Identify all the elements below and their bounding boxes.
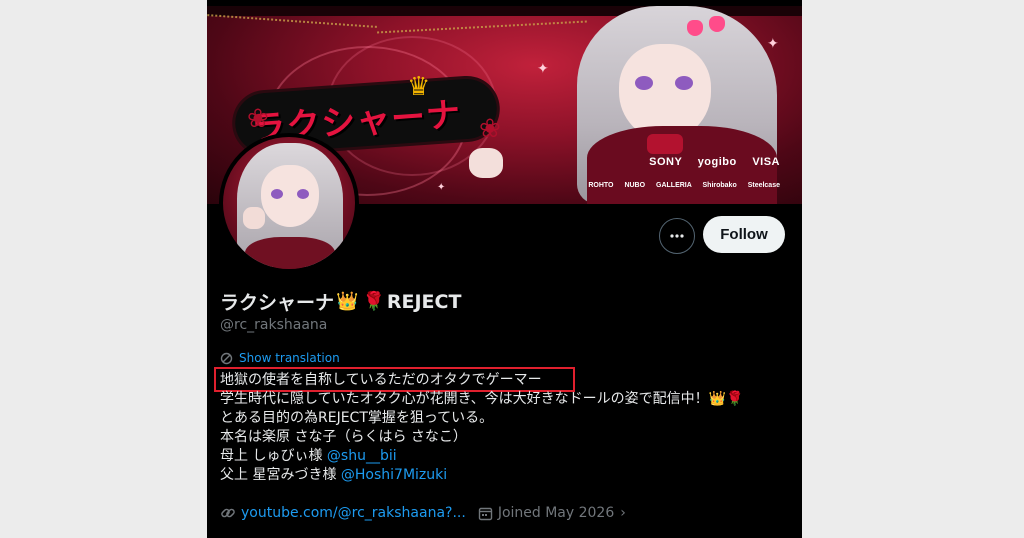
sponsor-logo: VISA bbox=[752, 156, 780, 168]
sponsor-logo: ROHTO bbox=[588, 182, 614, 189]
profile-column: ラクシャーナ ♛ ❀ ❀ ✦ ✦ ✦ SONY yogibo VISA ROHT… bbox=[207, 0, 802, 538]
user-handle: @rc_rakshaana bbox=[220, 317, 328, 333]
bio-line: 学生時代に隠していたオタク心が花開き、今は大好きなドールの姿で配信中！👑🌹 bbox=[220, 390, 790, 409]
banner-character-eye bbox=[635, 76, 653, 90]
sparkle-icon: ✦ bbox=[537, 61, 549, 77]
avatar-eye bbox=[271, 189, 283, 199]
more-horizontal-icon bbox=[670, 234, 684, 238]
profile-bio: 地獄の使者を自称しているただのオタクでゲーマー 学生時代に隠していたオタク心が花… bbox=[220, 371, 790, 485]
follow-button[interactable]: Follow bbox=[703, 216, 785, 253]
joined-date: Joined May 2026 › bbox=[478, 505, 626, 521]
banner-character-bow bbox=[647, 134, 683, 154]
crown-rose-emoji-icon: 👑🌹 bbox=[708, 391, 744, 407]
chain-decoration bbox=[207, 14, 377, 30]
avatar-face bbox=[261, 165, 319, 227]
sponsor-logo: GALLERIA bbox=[656, 182, 692, 189]
display-name-suffix: REJECT bbox=[386, 290, 462, 313]
bio-line-text: 母上 しゅびぃ様 bbox=[220, 448, 327, 464]
bio-line: 父上 星宮みづき様 @Hoshi7Mizuki bbox=[220, 466, 790, 485]
display-name-text: ラクシャーナ bbox=[220, 292, 335, 314]
more-options-button[interactable] bbox=[659, 218, 695, 254]
bio-line: とある目的の為REJECT掌握を狙っている。 bbox=[220, 410, 494, 426]
joined-date-text: Joined May 2026 bbox=[497, 505, 615, 521]
bio-line: 地獄の使者を自称しているただのオタクでゲーマー bbox=[220, 372, 542, 388]
sparkle-icon: ✦ bbox=[767, 36, 779, 52]
mention-link[interactable]: @Hoshi7Mizuki bbox=[341, 467, 447, 483]
crown-icon: ♛ bbox=[407, 72, 431, 102]
show-translation-link[interactable]: Show translation bbox=[220, 351, 340, 365]
chevron-right-icon[interactable]: › bbox=[620, 505, 626, 521]
profile-meta: youtube.com/@rc_rakshaana?... Joined May… bbox=[220, 505, 626, 521]
avatar-eye bbox=[297, 189, 309, 199]
rose-icon: ❀ bbox=[247, 104, 269, 134]
heart-hairclip-icon bbox=[709, 16, 725, 32]
translate-icon bbox=[220, 352, 233, 364]
link-icon bbox=[221, 508, 235, 518]
sparkle-icon: ✦ bbox=[437, 182, 446, 193]
crown-emoji-icon: 👑 bbox=[336, 291, 359, 312]
sponsor-logo: SONY bbox=[649, 156, 683, 168]
sponsor-row: ROHTO NUBO GALLERIA Shirobako Steelcase bbox=[579, 182, 780, 189]
website-link[interactable]: youtube.com/@rc_rakshaana?... bbox=[220, 505, 466, 521]
avatar-hand bbox=[243, 207, 265, 229]
banner-character-hand bbox=[469, 148, 503, 178]
sponsor-row: SONY yogibo VISA bbox=[637, 156, 780, 168]
sponsor-logo: Steelcase bbox=[747, 182, 780, 189]
avatar-dress bbox=[245, 237, 335, 269]
rose-icon: ❀ bbox=[479, 114, 501, 144]
show-translation-label[interactable]: Show translation bbox=[239, 351, 340, 365]
banner-character-eye bbox=[675, 76, 693, 90]
sponsor-logo: yogibo bbox=[697, 156, 737, 168]
calendar-icon bbox=[478, 507, 493, 520]
website-link-text[interactable]: youtube.com/@rc_rakshaana?... bbox=[241, 505, 466, 521]
display-name: ラクシャーナ 👑 🌹 REJECT bbox=[220, 288, 461, 315]
sponsor-logo: Shirobako bbox=[702, 182, 737, 189]
avatar-image bbox=[223, 137, 355, 269]
page-gutter-right bbox=[802, 0, 1024, 538]
bio-line-text: 学生時代に隠していたオタク心が花開き、今は大好きなドールの姿で配信中！ bbox=[220, 391, 709, 407]
bio-line-text: 父上 星宮みづき様 bbox=[220, 467, 341, 483]
heart-hairclip-icon bbox=[687, 20, 703, 36]
sponsor-logo: NUBO bbox=[624, 182, 646, 189]
chain-decoration bbox=[377, 20, 587, 36]
avatar[interactable] bbox=[219, 133, 359, 273]
bio-line: 本名は楽原 さな子（らくはら さなこ） bbox=[220, 429, 467, 445]
bio-line: 母上 しゅびぃ様 @shu__bii bbox=[220, 447, 790, 466]
mention-link[interactable]: @shu__bii bbox=[327, 448, 397, 464]
page-gutter-left bbox=[0, 0, 207, 538]
rose-emoji-icon: 🌹 bbox=[362, 291, 385, 312]
